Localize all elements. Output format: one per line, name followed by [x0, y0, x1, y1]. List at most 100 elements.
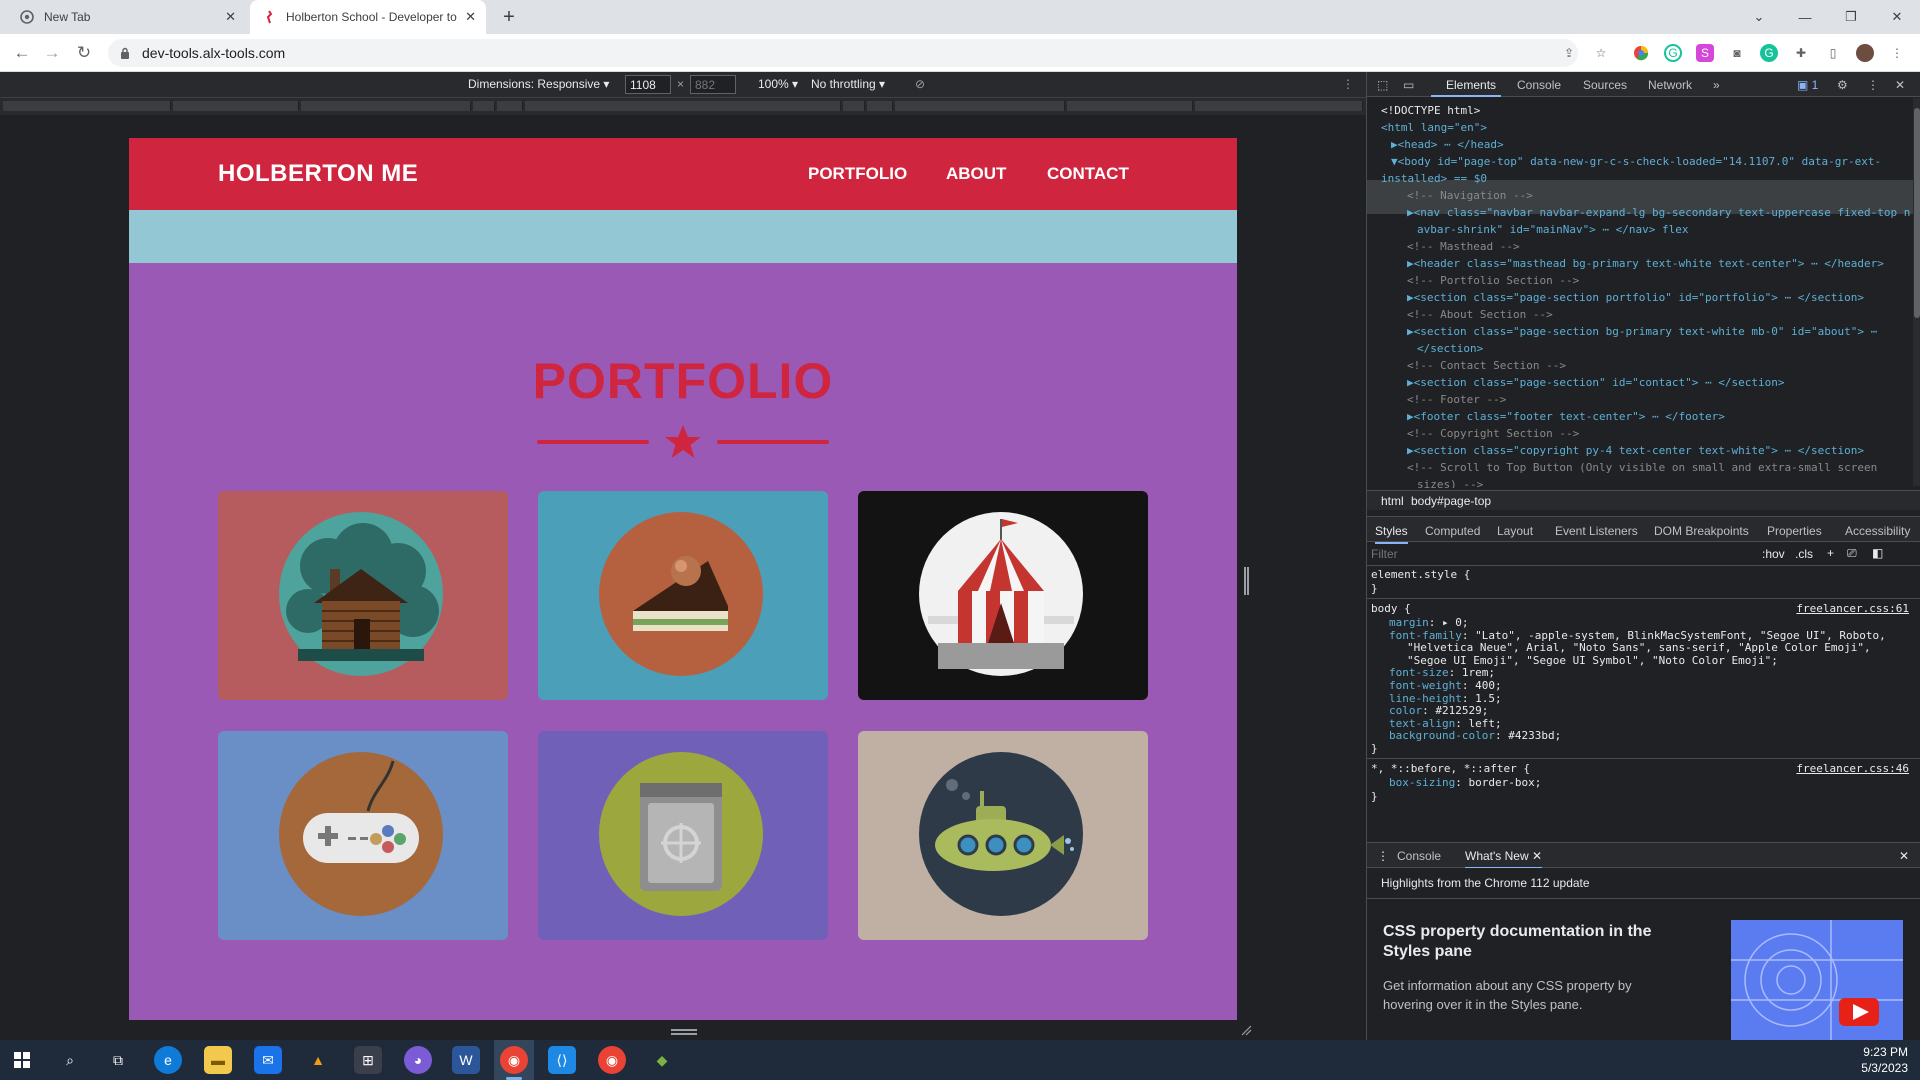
universal-rule-selector[interactable]: *, *::before, *::after { [1371, 762, 1530, 776]
device-toggle-icon[interactable]: ▭ [1403, 78, 1414, 92]
tab-new-tab[interactable]: New Tab ✕ [8, 0, 246, 34]
close-window-button[interactable]: ✕ [1874, 0, 1920, 34]
throttling-dropdown[interactable]: No throttling ▾ [811, 77, 885, 91]
url-bar[interactable]: dev-tools.alx-tools.com [108, 39, 1578, 67]
breadcrumb-body[interactable]: body#page-top [1411, 494, 1491, 508]
browser-menu-icon[interactable]: ⋮ [1888, 44, 1906, 62]
store-icon[interactable]: ⊞ [354, 1046, 382, 1074]
dom-node-line[interactable]: <!DOCTYPE html> [1381, 102, 1480, 119]
height-input[interactable] [690, 75, 736, 94]
ruler-segment[interactable] [301, 101, 471, 111]
tab-network[interactable]: Network [1648, 78, 1692, 92]
minimize-button[interactable]: — [1782, 0, 1828, 34]
sidebar-toggle-icon[interactable]: ◧ [1872, 546, 1883, 560]
site-brand[interactable]: HOLBERTON ME [218, 160, 418, 188]
extensions-puzzle-icon[interactable]: ✚ [1792, 44, 1810, 62]
style-declaration[interactable]: box-sizing: border-box; [1389, 776, 1541, 790]
nav-portfolio-link[interactable]: PORTFOLIO [808, 164, 907, 184]
dom-comment-line[interactable]: <!-- Portfolio Section --> [1407, 272, 1579, 289]
word-icon[interactable]: W [452, 1046, 480, 1074]
dom-node-line[interactable]: ▶<section class="page-section portfolio"… [1407, 289, 1864, 306]
tab-styles[interactable]: Styles [1375, 524, 1408, 544]
reload-icon[interactable]: ↻ [72, 41, 96, 65]
restore-button[interactable]: ❐ [1828, 0, 1874, 34]
portfolio-item-game-controller[interactable] [218, 731, 508, 940]
tab-search-icon[interactable]: ⌄ [1736, 0, 1782, 34]
ruler-segment[interactable] [497, 101, 523, 111]
git-tool-icon[interactable]: ◆ [648, 1046, 676, 1074]
style-declaration[interactable]: background-color: #4233bd; [1389, 729, 1561, 743]
rotate-icon[interactable]: ⊘ [915, 77, 925, 91]
drawer-tab-whats-new[interactable]: What's New ✕ [1465, 849, 1543, 869]
zoom-dropdown[interactable]: 100% ▾ [758, 77, 798, 91]
grammarly-g-icon[interactable]: G [1760, 44, 1778, 62]
drawer-tab-console[interactable]: Console [1397, 849, 1441, 863]
ruler-segment[interactable] [1067, 101, 1193, 111]
dom-comment-line[interactable]: sizes) --> [1417, 476, 1483, 488]
dom-node-line[interactable]: avbar-shrink" id="mainNav"> ⋯ </nav> fle… [1417, 221, 1689, 238]
element-style-selector[interactable]: element.style { [1371, 568, 1470, 582]
styles-filter-input[interactable] [1371, 545, 1751, 563]
dimensions-dropdown[interactable]: Dimensions: Responsive ▾ [468, 77, 609, 91]
tab-console[interactable]: Console [1517, 78, 1561, 92]
viewport-resize-handle-right[interactable] [1244, 567, 1249, 595]
scrollbar-thumb[interactable] [1914, 108, 1920, 318]
dom-node-line[interactable]: ▶<section class="page-section bg-primary… [1407, 323, 1877, 340]
dom-comment-line[interactable]: <!-- Contact Section --> [1407, 357, 1566, 374]
tab-properties[interactable]: Properties [1767, 524, 1822, 538]
device-toolbar-menu-icon[interactable]: ⋮ [1342, 77, 1354, 91]
universal-rule-source-link[interactable]: freelancer.css:46 [1796, 762, 1909, 776]
dom-comment-line[interactable]: <!-- Navigation --> [1407, 187, 1533, 204]
portfolio-item-circus[interactable] [858, 491, 1148, 700]
tab-accessibility[interactable]: Accessibility [1845, 524, 1910, 538]
body-rule-selector[interactable]: body { [1371, 602, 1411, 616]
breadcrumb-html[interactable]: html [1381, 494, 1404, 508]
close-devtools-icon[interactable]: ✕ [1895, 78, 1905, 92]
bookmark-star-icon[interactable]: ☆ [1592, 44, 1610, 62]
hov-toggle[interactable]: :hov [1762, 547, 1785, 561]
dom-node-line[interactable]: ▶<nav class="navbar navbar-expand-lg bg-… [1407, 204, 1910, 221]
dom-node-line[interactable]: <html lang="en"> [1381, 119, 1487, 136]
dom-node-line[interactable]: ▶<header class="masthead bg-primary text… [1407, 255, 1884, 272]
vlc-icon[interactable]: ▲ [304, 1046, 332, 1074]
ruler-segment[interactable] [525, 101, 841, 111]
feature-headline[interactable]: CSS property documentation in the Styles… [1383, 922, 1653, 962]
ruler-segment[interactable] [173, 101, 299, 111]
tab-dom-breakpoints[interactable]: DOM Breakpoints [1654, 524, 1749, 538]
file-explorer-icon[interactable]: ▬ [204, 1046, 232, 1074]
portfolio-item-cabin[interactable] [218, 491, 508, 700]
ruler-segment[interactable] [843, 101, 865, 111]
tab-sources[interactable]: Sources [1583, 78, 1627, 92]
edge-icon[interactable]: e [154, 1046, 182, 1074]
dom-node-line[interactable]: ▼<body id="page-top" data-new-gr-c-s-che… [1391, 153, 1881, 170]
discord-icon[interactable]: ◕ [404, 1046, 432, 1074]
dom-node-line[interactable]: ▶<section class="copyright py-4 text-cen… [1407, 442, 1864, 459]
dom-comment-line[interactable]: <!-- Masthead --> [1407, 238, 1520, 255]
search-icon[interactable]: ⌕ [56, 1046, 84, 1074]
windows-start-icon[interactable] [8, 1046, 36, 1074]
new-rule-icon[interactable]: + [1827, 546, 1834, 560]
dom-comment-line[interactable]: <!-- Footer --> [1407, 391, 1506, 408]
drawer-menu-icon[interactable]: ⋮ [1377, 849, 1389, 863]
system-clock[interactable]: 9:23 PM 5/3/2023 [1861, 1044, 1908, 1076]
dom-tree-scrollbar[interactable] [1913, 98, 1920, 486]
close-tab-icon[interactable]: ✕ [465, 9, 476, 25]
chrome-profile-icon[interactable]: ◉ [598, 1046, 626, 1074]
more-tabs-icon[interactable]: » [1713, 78, 1720, 92]
inspect-element-icon[interactable]: ⬚ [1377, 78, 1388, 92]
feature-video-thumbnail[interactable] [1731, 920, 1903, 1040]
settings-gear-icon[interactable]: ⚙ [1837, 78, 1848, 92]
body-rule-source-link[interactable]: freelancer.css:61 [1796, 602, 1909, 616]
chrome-taskbar-icon[interactable]: ◉ [500, 1046, 528, 1074]
dom-node-line[interactable]: </section> [1417, 340, 1483, 357]
grammarly-icon[interactable]: G [1664, 44, 1682, 62]
task-view-icon[interactable]: ⧉ [104, 1046, 132, 1074]
ruler-segment[interactable] [3, 101, 171, 111]
nav-contact-link[interactable]: CONTACT [1047, 164, 1129, 184]
portfolio-item-safe[interactable] [538, 731, 828, 940]
forward-icon[interactable]: → [40, 41, 64, 65]
color-extension-icon[interactable] [1632, 44, 1650, 62]
issues-badge[interactable]: ▣ 1 [1797, 78, 1818, 92]
tab-event-listeners[interactable]: Event Listeners [1555, 524, 1638, 538]
nav-about-link[interactable]: ABOUT [946, 164, 1006, 184]
